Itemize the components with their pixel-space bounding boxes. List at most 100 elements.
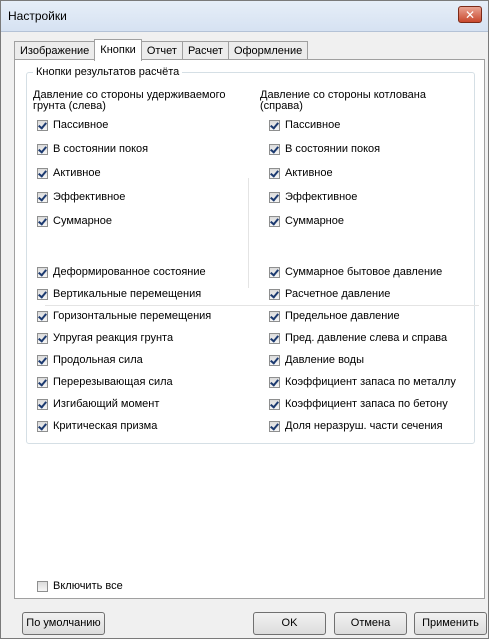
left-pressure-checkbox[interactable]: В состоянии покоя <box>37 143 148 155</box>
checkbox-box[interactable] <box>37 191 48 203</box>
tab-appearance[interactable]: Оформление <box>227 41 309 60</box>
checkbox-box[interactable] <box>269 215 280 227</box>
checkbox-label: В состоянии покоя <box>285 143 381 155</box>
tab-buttons[interactable]: Кнопки <box>94 39 142 61</box>
group-title: Кнопки результатов расчёта <box>33 66 183 78</box>
tab-image[interactable]: Изображение <box>14 41 96 60</box>
defaults-button[interactable]: По умолчанию <box>22 612 105 635</box>
enable-all-checkbox[interactable]: Включить все <box>37 580 123 592</box>
checkbox-label: В состоянии покоя <box>53 143 149 155</box>
right-pressure-checkbox[interactable]: Суммарное <box>269 215 344 227</box>
checkbox-box[interactable] <box>269 167 280 179</box>
result-checkbox[interactable]: Критическая призма <box>37 420 157 432</box>
result-checkbox[interactable]: Перерезывающая сила <box>37 376 173 388</box>
title-bar: Настройки ✕ <box>1 1 488 32</box>
checkbox-label: Эффективное <box>285 191 358 203</box>
checkbox-label: Горизонтальные перемещения <box>53 310 212 322</box>
checkbox-box[interactable] <box>269 398 280 410</box>
cancel-button[interactable]: Отмена <box>334 612 407 635</box>
checkbox-box[interactable] <box>269 376 280 388</box>
right-pressure-checkbox[interactable]: Активное <box>269 167 333 179</box>
checkbox-box[interactable] <box>269 310 280 322</box>
checkbox-box[interactable] <box>269 191 280 203</box>
result-checkbox[interactable]: Суммарное бытовое давление <box>269 266 442 278</box>
right-pressure-checkbox[interactable]: Эффективное <box>269 191 357 203</box>
ok-button[interactable]: OK <box>253 612 326 635</box>
result-checkbox[interactable]: Коэффициент запаса по бетону <box>269 398 448 410</box>
checkbox-box[interactable] <box>37 420 48 432</box>
checkbox-box[interactable] <box>269 332 280 344</box>
result-checkbox[interactable]: Изгибающий момент <box>37 398 159 410</box>
column-divider <box>248 178 249 288</box>
result-checkbox[interactable]: Пред. давление слева и справа <box>269 332 447 344</box>
checkbox-label: Эффективное <box>53 191 126 203</box>
result-checkbox[interactable]: Коэффициент запаса по металлу <box>269 376 456 388</box>
checkbox-label: Пред. давление слева и справа <box>285 332 448 344</box>
checkbox-box[interactable] <box>37 215 48 227</box>
close-button[interactable]: ✕ <box>458 6 482 23</box>
checkbox-label: Доля неразруш. части сечения <box>285 420 443 432</box>
checkbox-box[interactable] <box>37 332 48 344</box>
result-checkbox[interactable]: Горизонтальные перемещения <box>37 310 211 322</box>
checkbox-label: Вертикальные перемещения <box>53 288 202 300</box>
left-pressure-checkbox[interactable]: Активное <box>37 167 101 179</box>
checkbox-box[interactable] <box>37 167 48 179</box>
checkbox-label: Суммарное <box>285 215 344 227</box>
tab-panel-buttons: Кнопки результатов расчёта Давление со с… <box>14 59 485 599</box>
checkbox-label: Критическая призма <box>53 420 158 432</box>
checkbox-label: Активное <box>53 167 101 179</box>
checkbox-box[interactable] <box>37 376 48 388</box>
checkbox-box[interactable] <box>37 143 48 155</box>
apply-button[interactable]: Применить <box>414 612 487 635</box>
result-checkbox[interactable]: Продольная сила <box>37 354 143 366</box>
tab-strip: Изображение Кнопки Отчет Расчет Оформлен… <box>14 39 309 61</box>
tab-calculation[interactable]: Расчет <box>181 41 229 60</box>
checkbox-label: Суммарное <box>53 215 112 227</box>
checkbox-box[interactable] <box>37 310 48 322</box>
checkbox-label: Активное <box>285 167 333 179</box>
checkbox-box[interactable] <box>37 354 48 366</box>
left-pressure-checkbox[interactable]: Эффективное <box>37 191 125 203</box>
tab-report[interactable]: Отчет <box>140 41 183 60</box>
left-column-heading: Давление со стороны удерживаемого грунта… <box>33 89 226 112</box>
checkbox-label: Коэффициент запаса по бетону <box>285 398 448 410</box>
right-pressure-checkbox[interactable]: Пассивное <box>269 119 340 131</box>
result-checkbox[interactable]: Расчетное давление <box>269 288 390 300</box>
checkbox-box[interactable] <box>37 119 48 131</box>
checkbox-box[interactable] <box>269 143 280 155</box>
result-checkbox[interactable]: Упругая реакция грунта <box>37 332 173 344</box>
section-divider <box>45 305 479 306</box>
result-checkbox[interactable]: Предельное давление <box>269 310 400 322</box>
left-pressure-checkbox[interactable]: Пассивное <box>37 119 108 131</box>
window-title: Настройки <box>8 9 67 23</box>
left-pressure-checkbox[interactable]: Суммарное <box>37 215 112 227</box>
right-pressure-checkbox[interactable]: В состоянии покоя <box>269 143 380 155</box>
result-checkbox[interactable]: Вертикальные перемещения <box>37 288 201 300</box>
checkbox-label: Коэффициент запаса по металлу <box>285 376 456 388</box>
checkbox-box[interactable] <box>269 420 280 432</box>
checkbox-box[interactable] <box>37 266 48 278</box>
checkbox-box[interactable] <box>269 119 280 131</box>
checkbox-box[interactable] <box>37 398 48 410</box>
checkbox-label: Пассивное <box>285 119 341 131</box>
checkbox-label: Предельное давление <box>285 310 400 322</box>
checkbox-label: Перерезывающая сила <box>53 376 173 388</box>
result-checkbox[interactable]: Давление воды <box>269 354 364 366</box>
checkbox-label: Изгибающий момент <box>53 398 160 410</box>
result-checkbox[interactable]: Деформированное состояние <box>37 266 206 278</box>
checkbox-box[interactable] <box>269 266 280 278</box>
checkbox-box[interactable] <box>37 580 48 592</box>
checkbox-label: Продольная сила <box>53 354 143 366</box>
checkbox-label: Давление воды <box>285 354 365 366</box>
checkbox-label: Деформированное состояние <box>53 266 206 278</box>
checkbox-box[interactable] <box>269 288 280 300</box>
checkbox-label: Суммарное бытовое давление <box>285 266 443 278</box>
checkbox-box[interactable] <box>269 354 280 366</box>
checkbox-box[interactable] <box>37 288 48 300</box>
checkbox-label: Упругая реакция грунта <box>53 332 174 344</box>
settings-dialog: Настройки ✕ Изображение Кнопки Отчет Рас… <box>0 0 489 639</box>
right-column-heading: Давление со стороны котлована (справа) <box>260 89 426 112</box>
close-icon: ✕ <box>464 8 476 22</box>
checkbox-label: Расчетное давление <box>285 288 391 300</box>
result-checkbox[interactable]: Доля неразруш. части сечения <box>269 420 443 432</box>
